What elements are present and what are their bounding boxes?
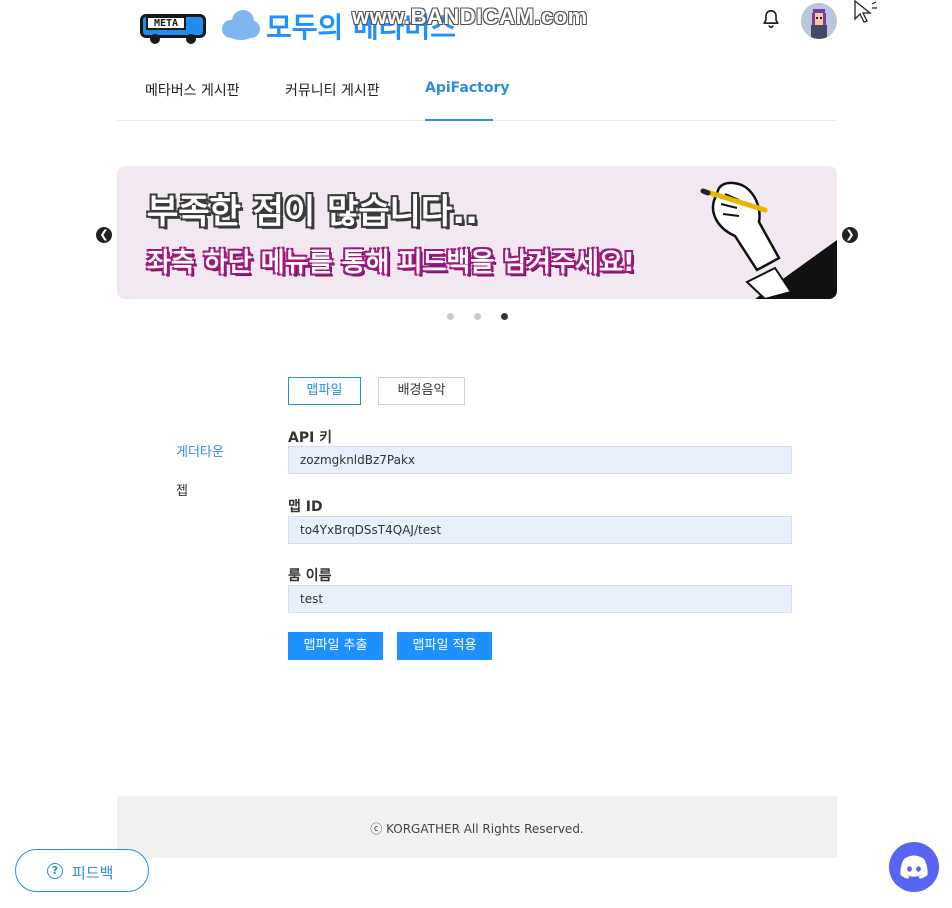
mouse-cursor-icon [854, 0, 877, 23]
tab-apifactory[interactable]: ApiFactory [425, 80, 510, 96]
extract-mapfile-button[interactable]: 맵파일 추출 [288, 632, 383, 660]
chevron-right-icon: ❯ [845, 228, 855, 241]
question-circle-icon: ? [47, 863, 63, 879]
cloud-icon [218, 6, 262, 42]
map-id-input[interactable]: to4YxBrqDSsT4QAJ/test [288, 516, 792, 544]
sidebar-item-zep[interactable]: 젭 [176, 480, 188, 499]
room-name-input[interactable]: test [288, 585, 792, 613]
carousel-next-button[interactable]: ❯ [842, 227, 858, 243]
user-avatar[interactable] [801, 3, 837, 39]
map-id-label: 맵 ID [288, 499, 323, 515]
apply-mapfile-button[interactable]: 맵파일 적용 [397, 632, 492, 660]
logo-label: META [146, 16, 186, 30]
banner-heading: 부족한 점이 많습니다.. [147, 192, 479, 232]
tab-community-board[interactable]: 커뮤니티 게시판 [285, 80, 380, 100]
banner-subheading: 좌측 하단 메뉴를 통해 피드백을 남겨주세요! [147, 248, 635, 278]
carousel-dot-active[interactable] [501, 313, 508, 320]
copyright-text: ⓒ KORGATHER All Rights Reserved. [370, 822, 584, 836]
tab-background-music[interactable]: 배경음악 [378, 377, 465, 405]
api-key-input[interactable]: zozmgknldBz7Pakx [288, 446, 792, 474]
banner-carousel[interactable]: 부족한 점이 많습니다.. 좌측 하단 메뉴를 통해 피드백을 남겨주세요! [117, 166, 837, 299]
bell-icon[interactable] [760, 8, 782, 30]
tab-mapfile[interactable]: 맵파일 [288, 377, 361, 405]
carousel-dot[interactable] [447, 313, 454, 320]
carousel-prev-button[interactable]: ❮ [96, 227, 112, 243]
recording-watermark: www.BANDICAM.com [352, 4, 588, 29]
footer: ⓒ KORGATHER All Rights Reserved. [117, 796, 837, 858]
wheel-icon [150, 34, 160, 44]
writing-hand-illustration [700, 181, 837, 299]
tab-metaverse-board[interactable]: 메타버스 게시판 [145, 80, 240, 100]
feedback-label: 피드백 [72, 864, 114, 882]
discord-icon [900, 855, 928, 879]
discord-button[interactable] [889, 842, 939, 892]
carousel-dot[interactable] [474, 313, 481, 320]
sidebar-item-gathertown[interactable]: 게더타운 [176, 441, 224, 460]
active-tab-indicator [425, 119, 493, 121]
room-name-label: 룸 이름 [288, 568, 332, 584]
logo[interactable]: META [140, 10, 210, 44]
api-key-label: API 키 [288, 430, 333, 446]
feedback-button[interactable]: ? 피드백 [15, 849, 149, 892]
chevron-left-icon: ❮ [99, 228, 109, 241]
wheel-icon [186, 34, 196, 44]
avatar-icon [801, 3, 837, 39]
